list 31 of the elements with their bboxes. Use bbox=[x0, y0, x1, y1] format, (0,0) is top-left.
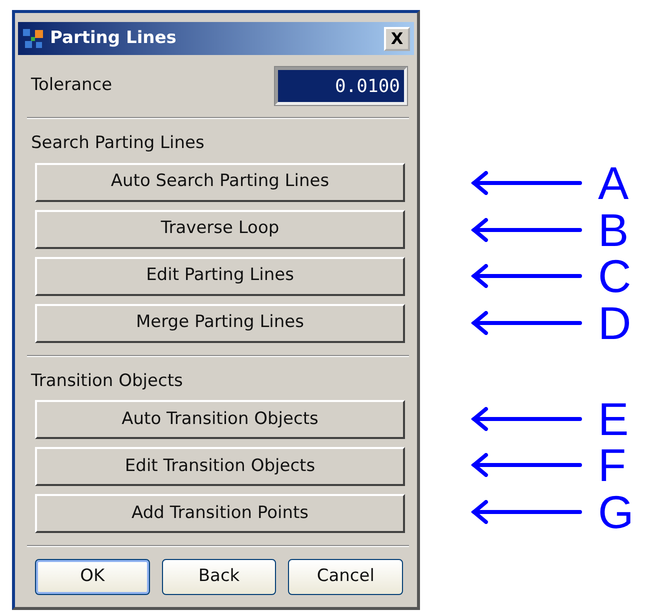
callout-letter: A bbox=[598, 160, 629, 206]
field-label: Tolerance bbox=[31, 74, 112, 98]
action-button[interactable]: Auto Transition Objects bbox=[35, 400, 405, 439]
action-button[interactable]: Auto Search Parting Lines bbox=[35, 162, 405, 202]
arrow-icon bbox=[470, 453, 582, 478]
arrow-icon bbox=[470, 406, 582, 431]
callout-letter: G bbox=[598, 488, 634, 535]
arrow-icon bbox=[470, 171, 582, 196]
callout-letter: C bbox=[598, 253, 632, 300]
arrow-icon bbox=[470, 311, 582, 336]
dialog-button[interactable]: Back bbox=[162, 559, 276, 595]
action-button[interactable]: Edit Parting Lines bbox=[35, 256, 405, 296]
section-label: Search Parting Lines bbox=[31, 133, 204, 153]
action-button[interactable]: Merge Parting Lines bbox=[35, 304, 405, 342]
arrow-icon bbox=[470, 218, 582, 242]
action-button[interactable]: Add Transition Points bbox=[35, 494, 405, 533]
dialog-button[interactable]: OK bbox=[35, 559, 150, 595]
callout-letter: F bbox=[598, 442, 626, 488]
arrow-icon bbox=[470, 500, 582, 524]
action-button[interactable]: Edit Transition Objects bbox=[35, 447, 405, 486]
callout-letter: B bbox=[598, 206, 629, 253]
action-button[interactable]: Traverse Loop bbox=[35, 210, 405, 248]
arrow-icon bbox=[470, 264, 582, 288]
tolerance-field[interactable]: 0.0100 bbox=[275, 67, 407, 105]
dialog-button[interactable]: Cancel bbox=[288, 559, 404, 595]
close-button[interactable]: X bbox=[384, 26, 410, 50]
callout-letter: D bbox=[598, 300, 632, 346]
callout-letter: E bbox=[598, 396, 629, 442]
app-icon bbox=[22, 28, 44, 50]
section-label: Transition Objects bbox=[31, 370, 183, 390]
window-title: Parting Lines bbox=[50, 26, 176, 50]
